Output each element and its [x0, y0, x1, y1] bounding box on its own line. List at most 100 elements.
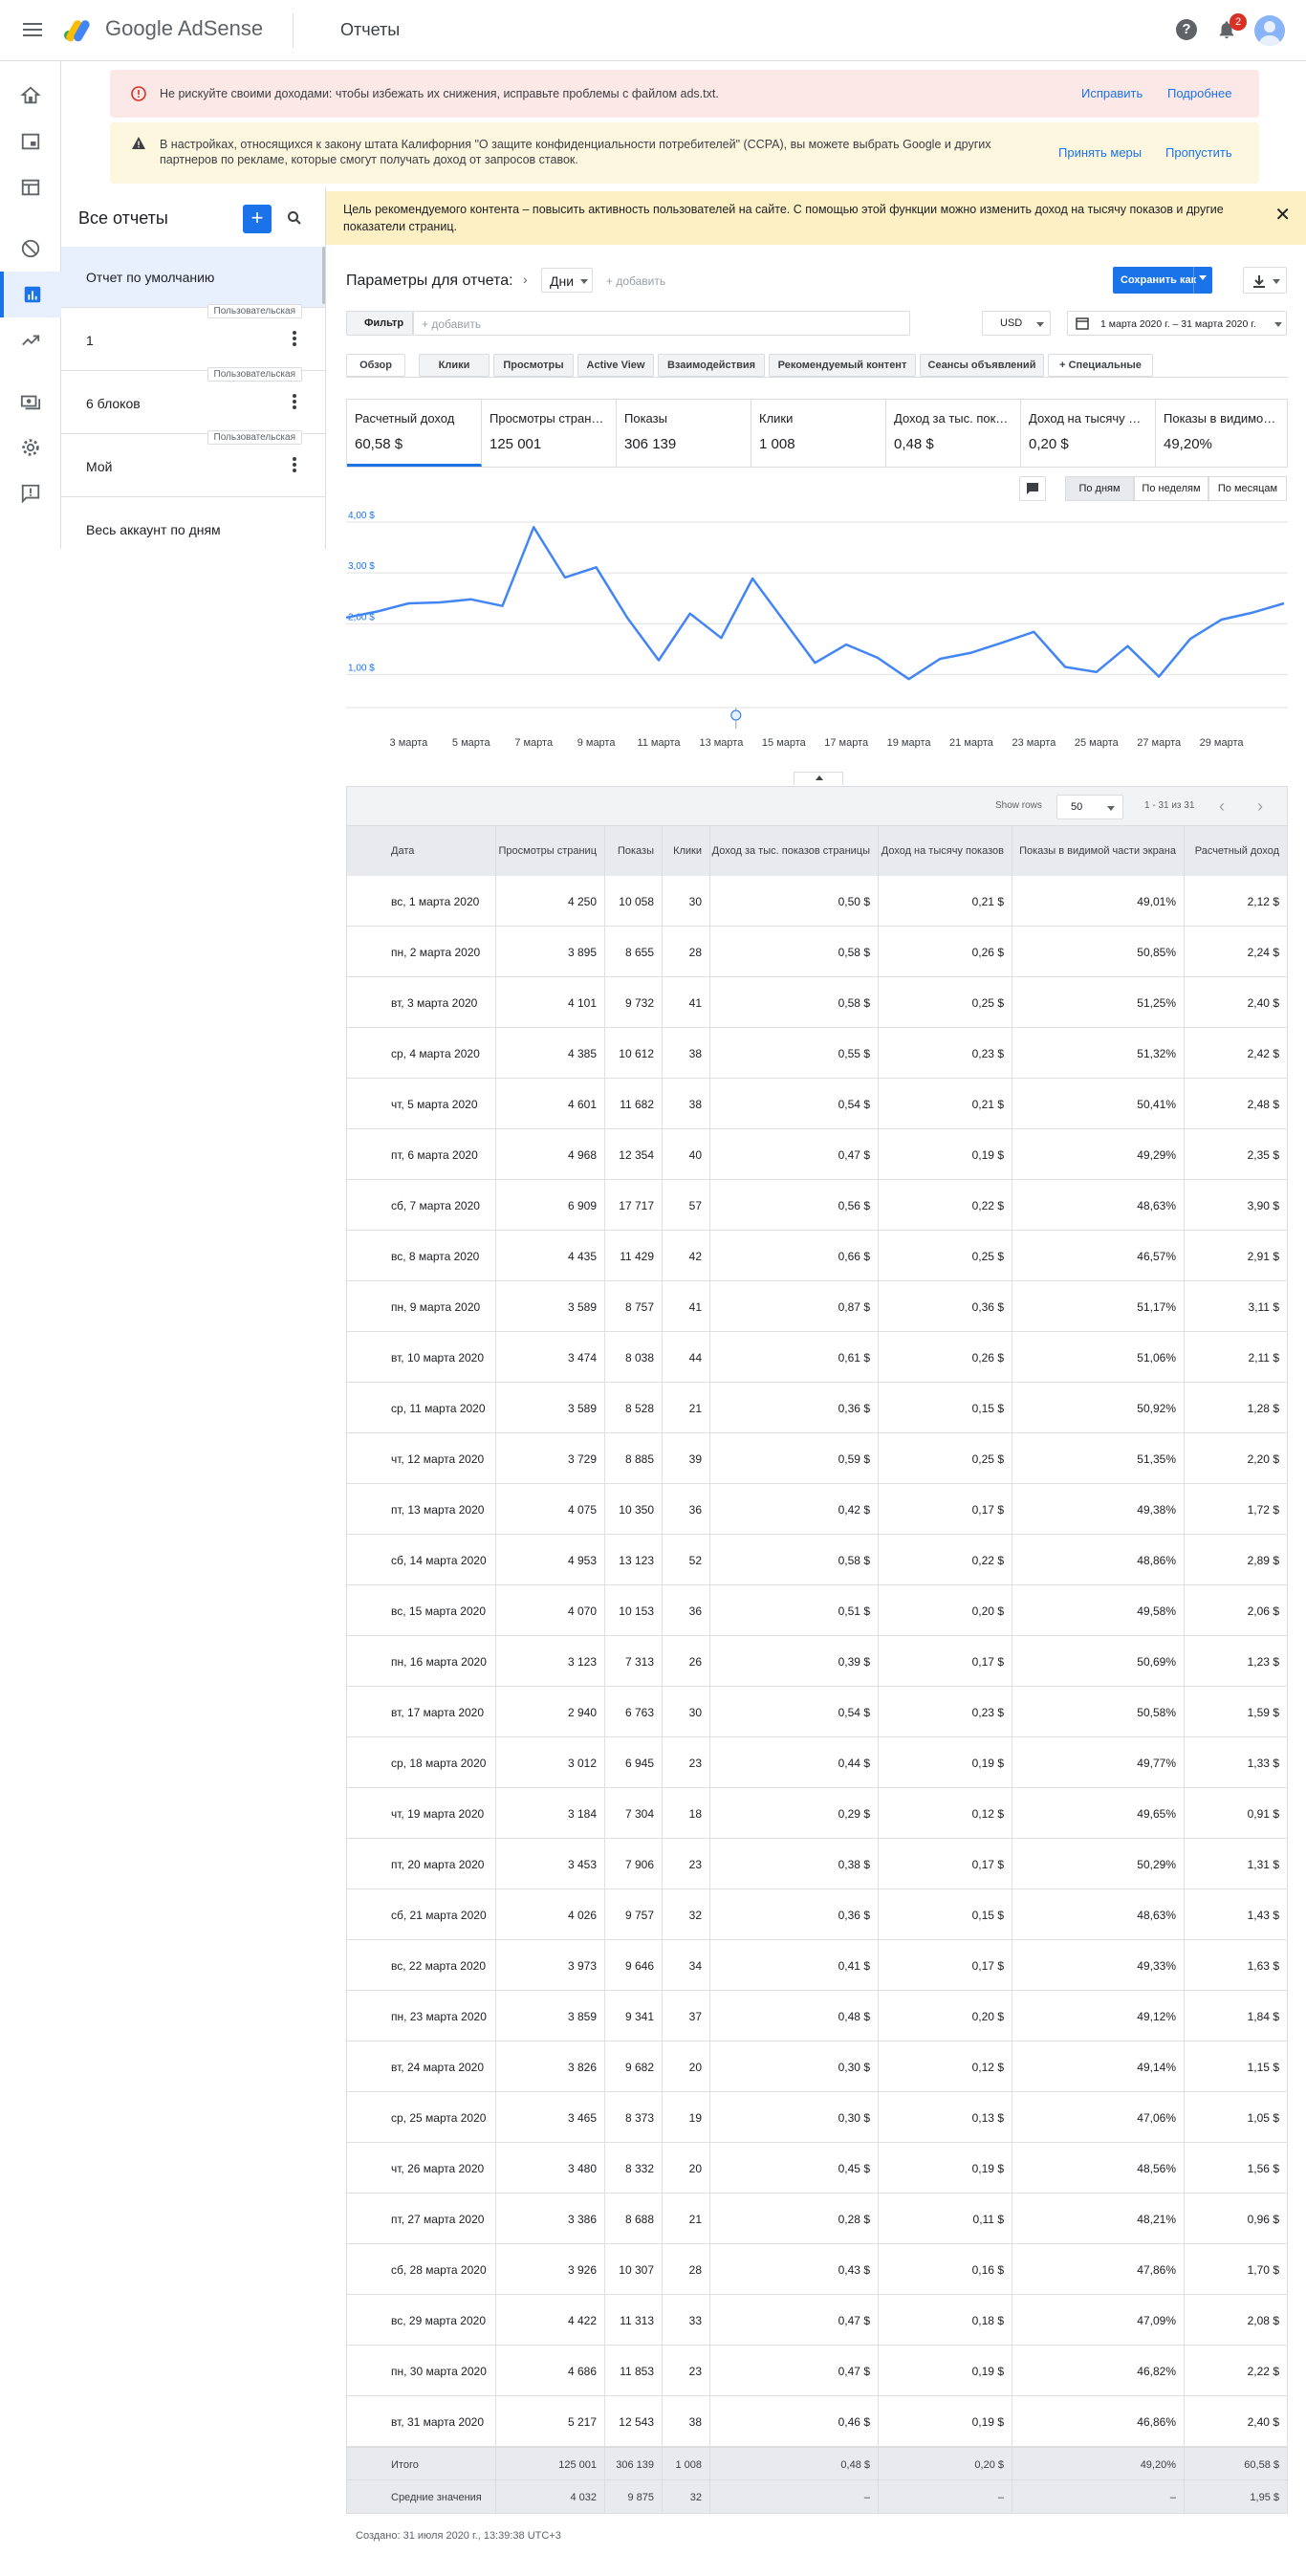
- metric-card-impression-rpm[interactable]: Доход на тысячу … 0,20 $: [1021, 400, 1156, 467]
- annotations-button[interactable]: [1019, 476, 1046, 501]
- add-report-button[interactable]: +: [243, 205, 272, 233]
- tab-clicks[interactable]: Клики: [419, 354, 490, 377]
- nav-home[interactable]: [0, 73, 61, 119]
- filter-button[interactable]: Фильтр: [346, 311, 413, 336]
- tab-ad-sessions[interactable]: Сеансы объявлений: [920, 354, 1044, 377]
- granularity-month[interactable]: По месяцам: [1208, 476, 1287, 501]
- table-header: Дата Просмотры страниц Показы Клики Дохо…: [346, 826, 1288, 876]
- nav-optimization[interactable]: [0, 317, 61, 363]
- table-cell: 3 973: [496, 1940, 605, 1991]
- tab-views[interactable]: Просмотры: [493, 354, 574, 377]
- more-vert-icon[interactable]: [293, 392, 296, 413]
- nav-payments[interactable]: [0, 379, 61, 425]
- column-header-impressions[interactable]: Показы: [605, 826, 663, 876]
- nav-sites[interactable]: [0, 164, 61, 210]
- table-cell: 0,42 $: [710, 1484, 879, 1535]
- take-action-link[interactable]: Принять меры: [1058, 145, 1142, 160]
- nav-ads[interactable]: [0, 119, 61, 164]
- currency-select[interactable]: USD: [982, 311, 1051, 336]
- dimension-select[interactable]: Дни: [541, 268, 593, 293]
- metric-card-impressions[interactable]: Показы 306 139: [617, 400, 751, 467]
- averages-cell: –: [710, 2480, 879, 2514]
- column-header-date[interactable]: Дата: [347, 826, 496, 876]
- collapse-chart-toggle[interactable]: [794, 772, 843, 785]
- tab-interactions[interactable]: Взаимодействия: [658, 354, 765, 377]
- save-as-button[interactable]: Сохранить как: [1113, 267, 1212, 294]
- metric-card-page-rpm[interactable]: Доход за тыс. пок… 0,48 $: [886, 400, 1021, 467]
- tab-recommended-content[interactable]: Рекомендуемый контент: [769, 354, 916, 377]
- tab-overview[interactable]: Обзор: [346, 354, 405, 377]
- prev-page-icon[interactable]: ‹: [1219, 797, 1225, 817]
- table-cell: 49,01%: [1012, 876, 1185, 927]
- tab-active-view[interactable]: Active View: [577, 354, 654, 377]
- filter-input[interactable]: + добавить: [413, 311, 910, 336]
- more-vert-icon[interactable]: [293, 329, 296, 350]
- table-cell: 1,59 $: [1247, 1705, 1279, 1719]
- add-dimension-link[interactable]: + добавить: [606, 274, 665, 288]
- skip-link[interactable]: Пропустить: [1165, 145, 1232, 160]
- table-cell: 3 453: [496, 1839, 605, 1889]
- close-icon[interactable]: ✕: [1274, 203, 1291, 227]
- tab-custom[interactable]: + Специальные: [1048, 354, 1153, 377]
- table-row: вс, 15 марта 2020 4 070 10 153 36 0,51 $0,20…: [346, 1585, 1288, 1636]
- metric-card-clicks[interactable]: Клики 1 008: [751, 400, 886, 467]
- earnings-line-chart: 4,00 $3,00 $2,00 $1,00 $3 марта 5 марта 7 …: [346, 511, 1288, 749]
- granularity-day[interactable]: По дням: [1065, 476, 1134, 501]
- table-cell: сб, 7 марта 2020: [347, 1180, 496, 1231]
- fix-ads-txt-link[interactable]: Исправить: [1081, 86, 1143, 100]
- table-cell: 0,30 $: [710, 2041, 879, 2092]
- table-row: пн, 9 марта 2020 3 589 8 757 41 0,87 $0,36 $…: [346, 1281, 1288, 1332]
- trending-up-icon: [22, 335, 40, 346]
- table-cell: 0,23 $: [879, 1687, 1012, 1737]
- table-cell: 0,17 $: [879, 1636, 1012, 1687]
- nav-settings[interactable]: [0, 425, 61, 470]
- date-range-picker[interactable]: 1 марта 2020 г. – 31 марта 2020 г.: [1067, 311, 1287, 336]
- column-header-estimated-earnings[interactable]: Расчетный доход: [1185, 826, 1287, 876]
- table-cell: 0,23 $: [879, 1028, 1012, 1079]
- column-header-impression-rpm[interactable]: Доход на тысячу показов: [879, 826, 1012, 876]
- metric-card-active-view[interactable]: Показы в видимо… 49,20%: [1156, 400, 1291, 467]
- report-item-6-blocks[interactable]: Пользовательская 6 блоков: [61, 367, 325, 434]
- more-vert-icon[interactable]: [293, 455, 296, 476]
- table-row: ср, 25 марта 2020 3 465 8 373 19 0,30 $0,13 …: [346, 2092, 1288, 2143]
- search-icon[interactable]: [287, 210, 302, 226]
- report-item-account-by-day[interactable]: Весь аккаунт по дням: [61, 499, 325, 560]
- download-button[interactable]: [1243, 267, 1287, 294]
- report-item-1[interactable]: Пользовательская 1: [61, 304, 325, 371]
- report-item-default[interactable]: Отчет по умолчанию: [61, 247, 325, 308]
- hamburger-menu-icon[interactable]: [21, 19, 44, 42]
- nav-reports[interactable]: [0, 272, 61, 317]
- dropdown-caret-icon[interactable]: [1199, 275, 1207, 280]
- table-cell: 2,40 $: [1247, 995, 1279, 1010]
- ads-txt-details-link[interactable]: Подробнее: [1167, 86, 1231, 100]
- nav-feedback[interactable]: [0, 470, 61, 516]
- account-avatar[interactable]: [1254, 15, 1285, 46]
- custom-tag: Пользовательская: [207, 367, 302, 382]
- granularity-week[interactable]: По неделям: [1134, 476, 1208, 501]
- calendar-icon: [1076, 317, 1089, 330]
- table-row: чт, 5 марта 2020 4 601 11 682 38 0,54 $0,21 …: [346, 1079, 1288, 1129]
- table-cell: 4 435: [496, 1231, 605, 1281]
- table-cell: 10 350: [605, 1484, 663, 1535]
- report-item-my[interactable]: Пользовательская Мой: [61, 430, 325, 497]
- column-header-clicks[interactable]: Клики: [663, 826, 710, 876]
- table-cell: 38: [663, 1028, 710, 1079]
- table-cell: 46,57%: [1012, 1231, 1185, 1281]
- table-cell: 1,70 $: [1247, 2262, 1279, 2277]
- table-cell: 8 757: [605, 1281, 663, 1332]
- column-header-page-views[interactable]: Просмотры страниц: [496, 826, 605, 876]
- table-cell: 2,22 $: [1247, 2364, 1279, 2378]
- help-icon[interactable]: ?: [1176, 19, 1197, 40]
- nav-blocking[interactable]: [0, 226, 61, 272]
- column-header-active-view[interactable]: Показы в видимой части экрана: [1012, 826, 1185, 876]
- metric-card-estimated-earnings[interactable]: Расчетный доход 60,58 $: [347, 400, 482, 467]
- table-cell: вт, 24 марта 2020: [347, 2041, 496, 2092]
- rows-per-page-select[interactable]: 50: [1056, 795, 1123, 819]
- page-title: Отчеты: [340, 20, 401, 39]
- next-page-icon[interactable]: ›: [1257, 797, 1263, 817]
- table-cell: пн, 9 марта 2020: [347, 1281, 496, 1332]
- table-cell: ср, 18 марта 2020: [347, 1737, 496, 1788]
- metric-card-page-views[interactable]: Просмотры стран… 125 001: [482, 400, 617, 467]
- column-header-page-rpm[interactable]: Доход за тыс. показов страницы: [710, 826, 879, 876]
- table-cell: 0,91 $: [1247, 1806, 1279, 1821]
